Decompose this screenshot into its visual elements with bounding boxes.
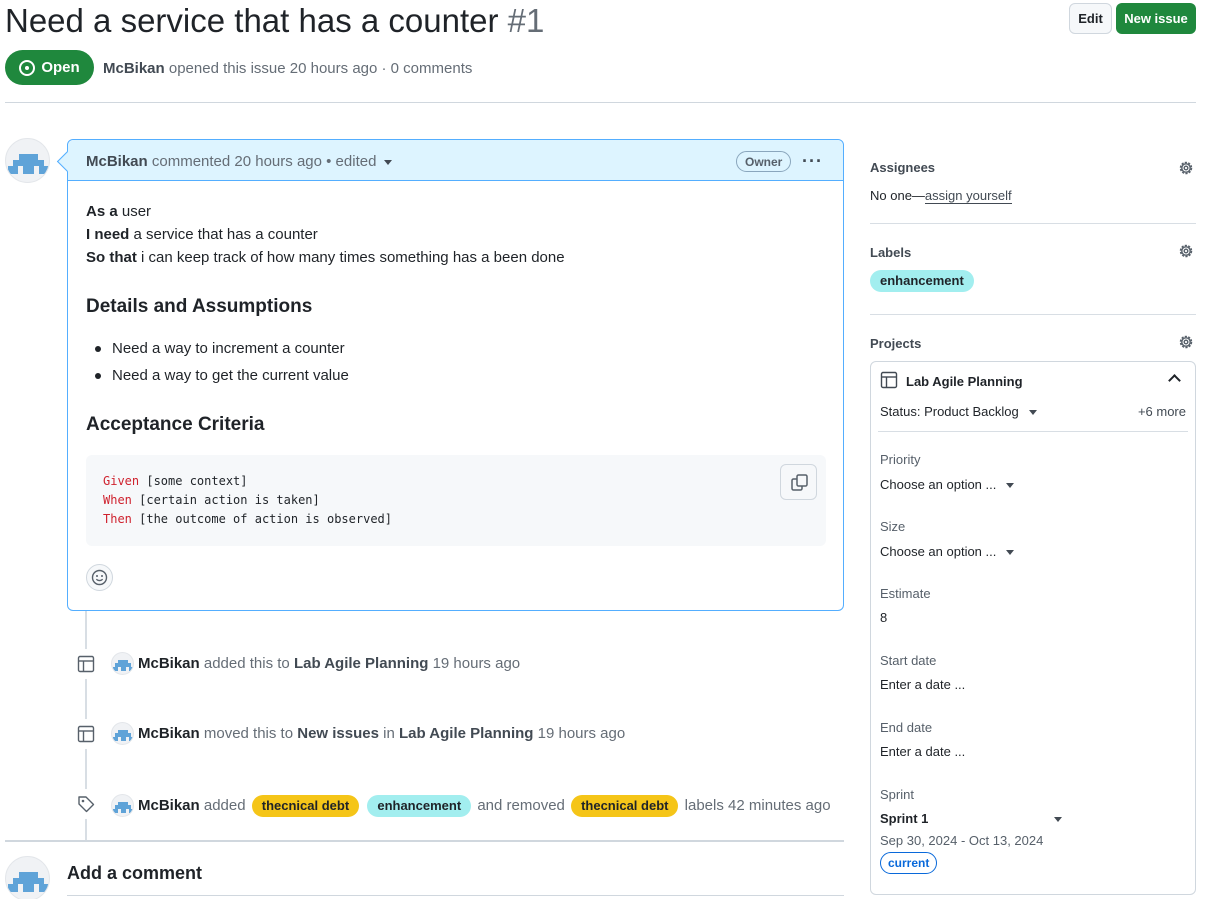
more-fields-link[interactable]: +6 more (1138, 404, 1186, 419)
timeline-event: McBikan added this to Lab Agile Planning… (138, 655, 521, 672)
issue-opened-icon (19, 59, 36, 76)
details-heading: Details and Assumptions (86, 296, 313, 317)
comment-body: As a user I need a service that has a co… (86, 200, 826, 269)
sidebar-label-enhancement[interactable]: enhancement (870, 270, 974, 292)
acceptance-heading: Acceptance Criteria (86, 414, 265, 435)
comment-header: McBikan commented 20 hours ago • edited … (68, 140, 843, 181)
comment-editor[interactable] (67, 895, 844, 899)
timeline-avatar[interactable] (111, 794, 134, 817)
assignees-title[interactable]: Assignees (870, 160, 935, 175)
labels-gear-icon[interactable] (1177, 242, 1195, 260)
add-comment-heading: Add a comment (67, 863, 203, 883)
chevron-down-icon (1006, 550, 1015, 556)
project-table-icon (71, 649, 101, 679)
code-line: Given [some context] (103, 474, 248, 488)
end-date-label: End date (880, 720, 933, 735)
issue-comment: McBikan commented 20 hours ago • edited … (67, 139, 844, 611)
label-tech-debt[interactable]: thecnical debt (571, 795, 679, 817)
issue-number: #1 (507, 2, 545, 39)
chevron-down-icon (1054, 817, 1063, 823)
sprint-dates: Sep 30, 2024 - Oct 13, 2024 (880, 833, 1044, 848)
new-issue-button[interactable]: New issue (1116, 3, 1196, 34)
comment-options-icon[interactable]: ··· (802, 151, 823, 172)
label-enhancement[interactable]: enhancement (367, 795, 472, 817)
assign-yourself-link[interactable]: assign yourself (924, 188, 1012, 204)
label-tech-debt[interactable]: thecnical debt (251, 795, 360, 817)
timeline-actor[interactable]: McBikan (138, 797, 200, 814)
project-table-icon (880, 371, 898, 389)
comment-author-avatar[interactable] (5, 138, 50, 183)
issue-author-link[interactable]: McBikan (103, 60, 165, 77)
size-label: Size (880, 519, 906, 534)
timeline-avatar[interactable] (111, 722, 134, 745)
issue-meta: McBikan opened this issue 20 hours ago ·… (103, 60, 472, 77)
project-link[interactable]: Lab Agile Planning (294, 655, 428, 672)
start-date-field[interactable]: Enter a date ... (880, 677, 965, 692)
add-reaction-button[interactable] (86, 564, 113, 591)
code-line: When [certain action is taken] (103, 493, 320, 507)
body-line: I need a service that has a counter (86, 226, 318, 243)
issue-meta-text: opened this issue 20 hours ago · 0 comme… (168, 60, 473, 77)
code-line: Then [the outcome of action is observed] (103, 512, 392, 526)
sidebar-divider (870, 223, 1196, 224)
assignees-gear-icon[interactable] (1177, 159, 1195, 177)
project-table-icon (71, 719, 101, 749)
timeline-avatar[interactable] (111, 652, 134, 675)
body-line: So that i can keep track of how many tim… (86, 249, 565, 266)
tag-icon (71, 789, 101, 819)
project-card: Lab Agile Planning Status: Product Backl… (870, 361, 1196, 895)
body-line: As a user (86, 203, 152, 220)
timeline-event: McBikan added thecnical debt enhancement… (138, 795, 831, 817)
column-name: New issues (297, 725, 379, 742)
start-date-label: Start date (880, 653, 937, 668)
timeline-separator (5, 840, 844, 842)
list-item: Need a way to increment a counter (86, 337, 349, 364)
projects-title[interactable]: Projects (870, 336, 921, 351)
owner-badge: Owner (736, 151, 792, 172)
projects-gear-icon[interactable] (1177, 333, 1195, 351)
smiley-icon (91, 569, 108, 586)
sprint-current-badge: current (880, 852, 938, 874)
estimate-label: Estimate (880, 586, 931, 601)
chevron-down-icon (1006, 483, 1015, 489)
project-name[interactable]: Lab Agile Planning (906, 374, 1023, 389)
sidebar-divider (870, 314, 1196, 315)
project-divider (878, 431, 1188, 432)
sprint-dropdown[interactable]: Sprint 1 (880, 811, 1063, 826)
assignees-value: No one—assign yourself (870, 188, 1012, 204)
timeline-actor[interactable]: McBikan (138, 725, 200, 742)
estimate-field[interactable]: 8 (880, 610, 887, 625)
project-link[interactable]: Lab Agile Planning (399, 725, 533, 742)
comment-meta: McBikan commented 20 hours ago • edited (86, 153, 393, 170)
copy-icon (791, 474, 808, 491)
issue-title-text: Need a service that has a counter (5, 2, 499, 39)
copy-code-button[interactable] (780, 464, 817, 500)
issue-state-badge: Open (5, 50, 94, 85)
comment-author-link[interactable]: McBikan (86, 153, 148, 170)
issue-header: Need a service that has a counter #1 Edi… (5, 0, 1196, 103)
priority-dropdown[interactable]: Choose an option ... (880, 477, 1015, 492)
issue-state-label: Open (41, 59, 80, 76)
timeline-event: McBikan moved this to New issues in Lab … (138, 725, 626, 742)
code-block: Given [some context] When [certain actio… (86, 455, 826, 546)
end-date-field[interactable]: Enter a date ... (880, 744, 965, 759)
project-status-dropdown[interactable]: Status: Product Backlog (880, 404, 1037, 419)
labels-title[interactable]: Labels (870, 245, 911, 260)
sprint-label: Sprint (880, 787, 914, 802)
details-list: Need a way to increment a counter Need a… (86, 337, 349, 391)
chevron-up-icon[interactable] (1168, 374, 1181, 387)
priority-label: Priority (880, 452, 921, 467)
comment-meta-text[interactable]: commented 20 hours ago • edited (152, 153, 377, 170)
list-item: Need a way to get the current value (86, 364, 349, 391)
issue-title: Need a service that has a counter #1 (5, 2, 544, 40)
timeline-actor[interactable]: McBikan (138, 655, 200, 672)
chevron-down-icon (1028, 410, 1037, 416)
size-dropdown[interactable]: Choose an option ... (880, 544, 1015, 559)
edited-dropdown-icon[interactable] (384, 159, 393, 165)
edit-button[interactable]: Edit (1069, 3, 1112, 34)
current-user-avatar[interactable] (5, 856, 50, 899)
